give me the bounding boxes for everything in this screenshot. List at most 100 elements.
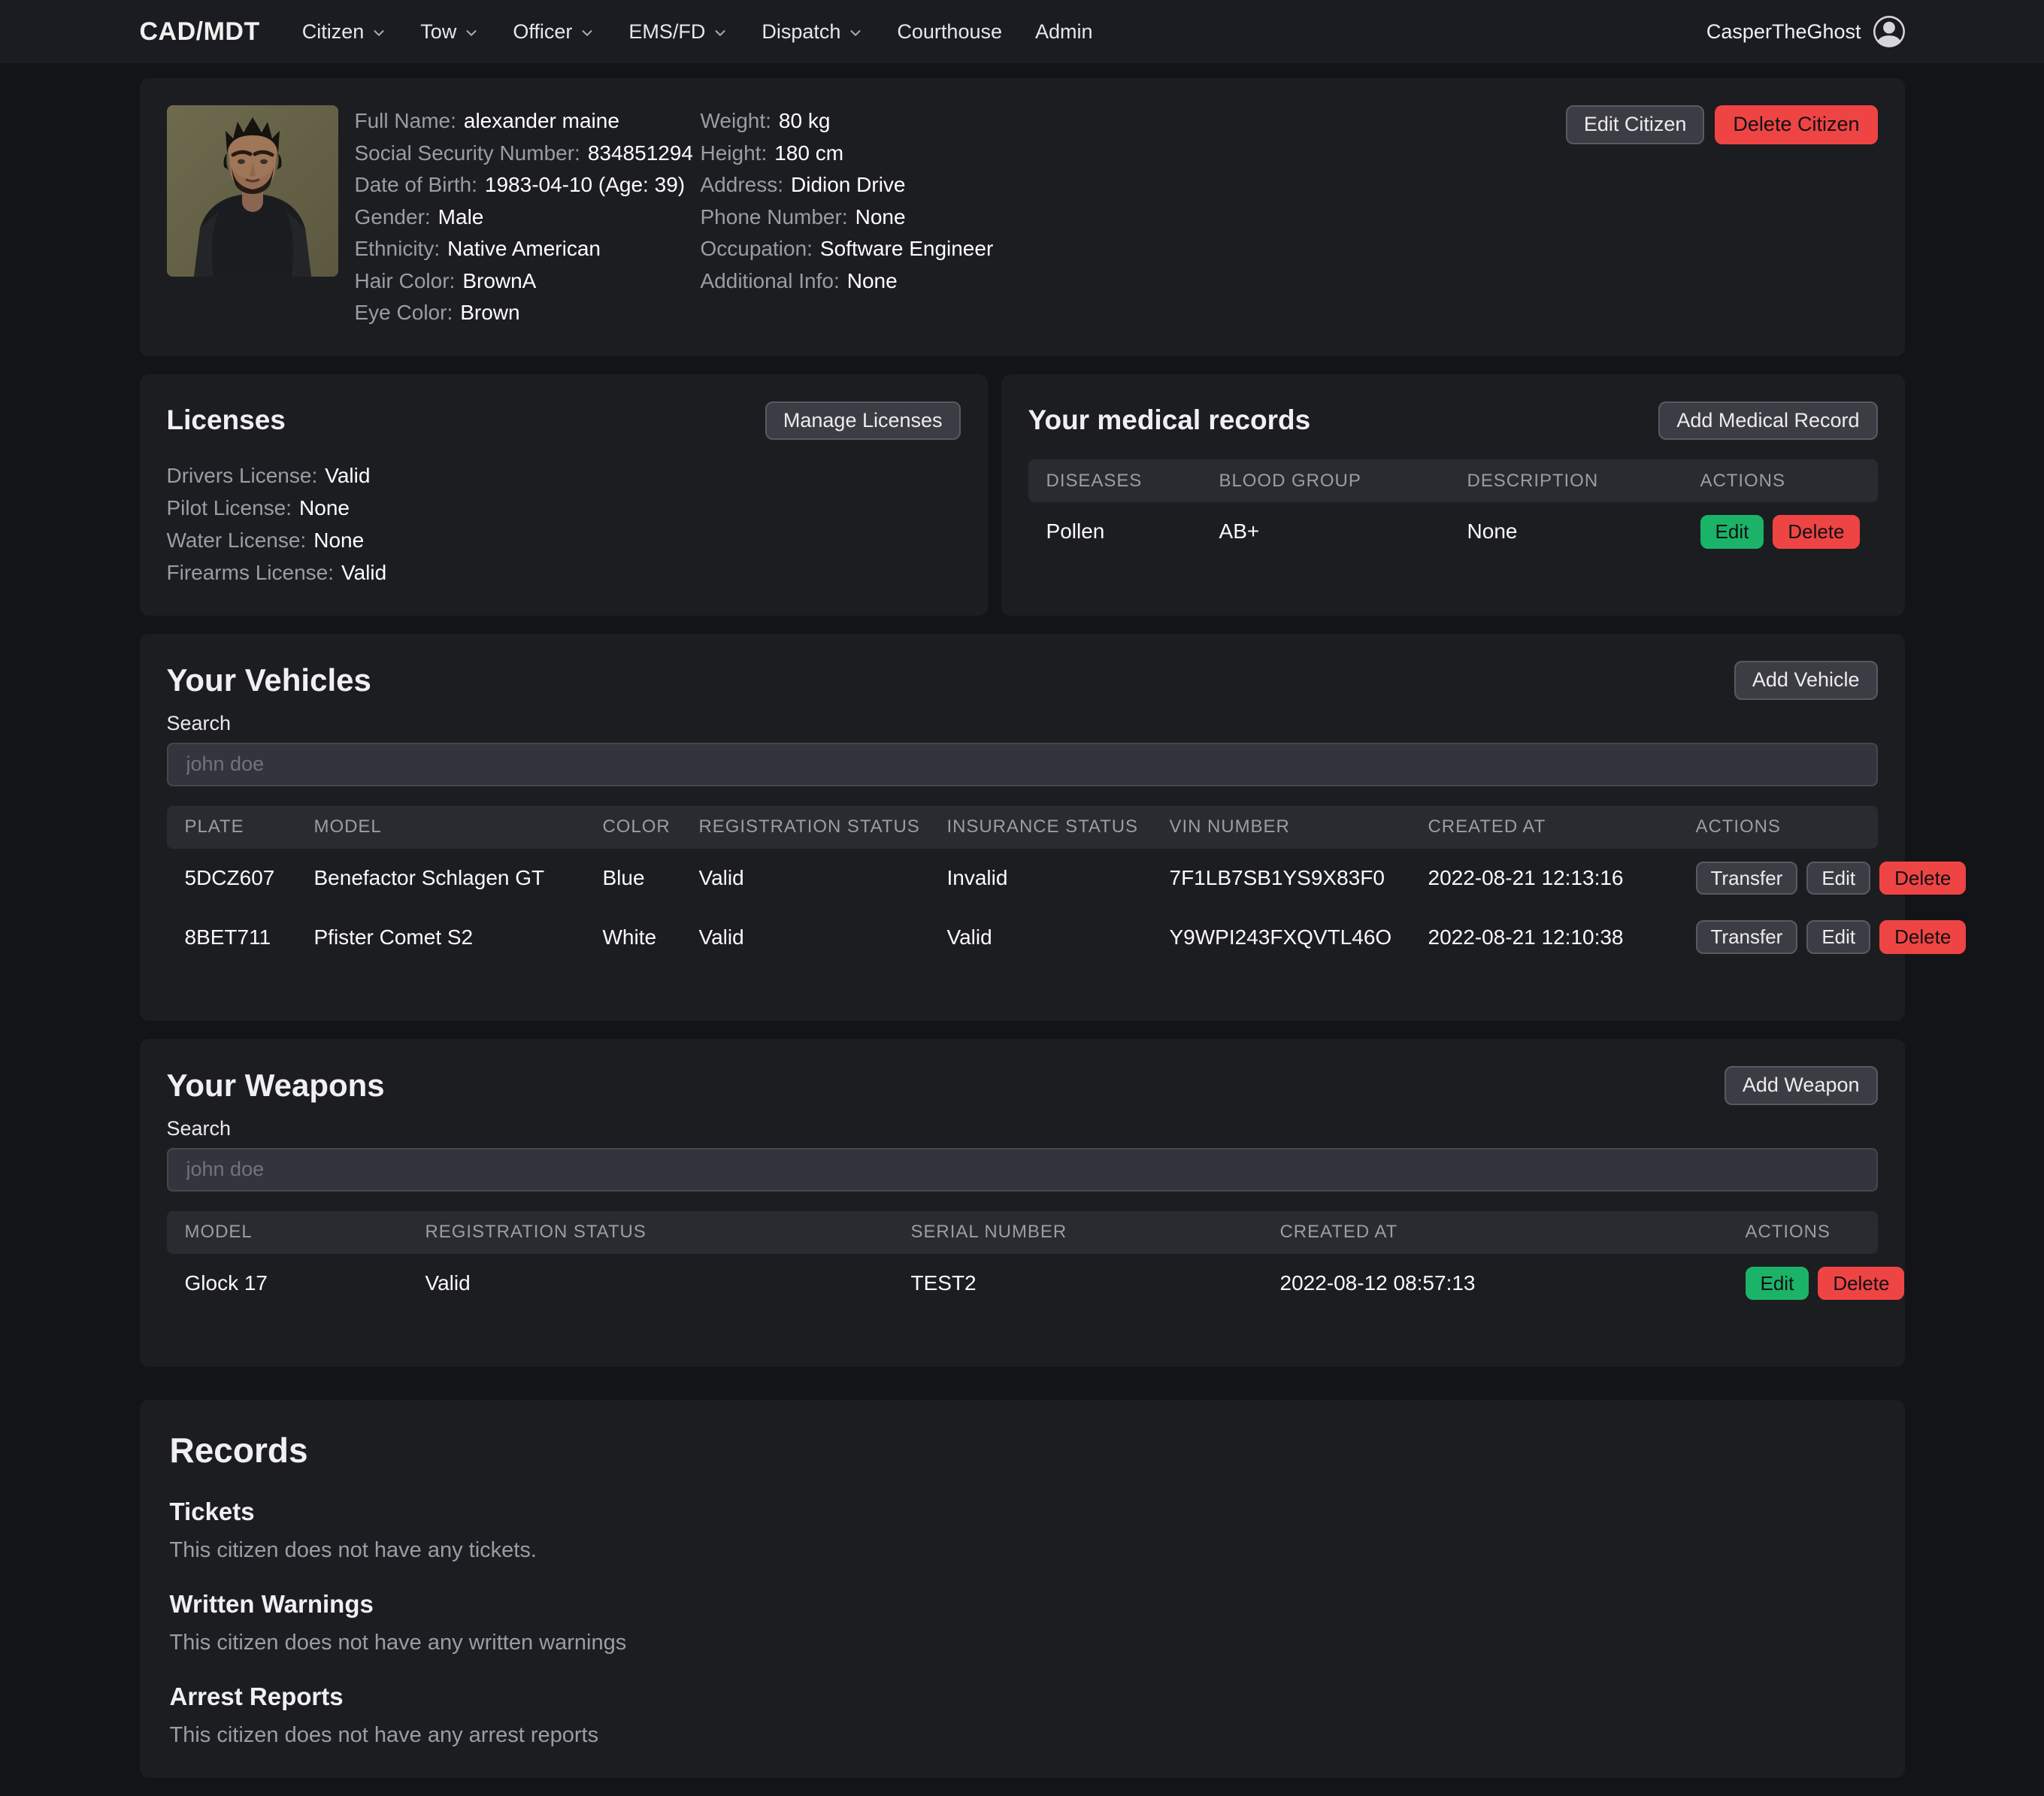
license-firearms: Firearms License:Valid	[167, 556, 961, 589]
licenses-card: Licenses Manage Licenses Drivers License…	[140, 374, 988, 616]
nav-item-courthouse[interactable]: Courthouse	[897, 20, 1002, 44]
add-weapon-button[interactable]: Add Weapon	[1725, 1066, 1878, 1105]
written-warnings-empty-text: This citizen does not have any written w…	[170, 1631, 1875, 1655]
field-ssn: Social Security Number:834851294	[355, 138, 684, 170]
nav-item-label: Citizen	[302, 20, 365, 44]
licenses-list: Drivers License:Valid Pilot License:None…	[167, 459, 961, 589]
vehicles-table: PLATE MODEL COLOR REGISTRATION STATUS IN…	[167, 806, 1878, 967]
field-eye-color: Eye Color:Brown	[355, 297, 684, 329]
edit-weapon-button[interactable]: Edit	[1746, 1267, 1809, 1301]
nav-item-tow[interactable]: Tow	[420, 20, 480, 44]
medical-table-row: Pollen AB+ None Edit Delete	[1028, 502, 1878, 562]
vehicles-search-label: Search	[167, 712, 1878, 735]
edit-vehicle-button[interactable]: Edit	[1806, 862, 1870, 895]
person-circle-icon	[1873, 16, 1905, 47]
nav-item-label: Officer	[513, 20, 572, 44]
chevron-down-icon	[463, 25, 480, 41]
col-color: COLOR	[603, 816, 699, 837]
cell-insurance-status: Invalid	[947, 866, 1170, 890]
weapons-card: Your Weapons Add Weapon Search MODEL REG…	[140, 1039, 1905, 1367]
col-description: DESCRIPTION	[1467, 471, 1700, 492]
transfer-vehicle-button[interactable]: Transfer	[1696, 862, 1798, 895]
app-logo[interactable]: CAD/MDT	[140, 17, 260, 47]
cell-color: Blue	[603, 866, 699, 890]
username: CasperTheGhost	[1706, 20, 1861, 44]
col-created-at: CREATED AT	[1280, 1222, 1746, 1243]
nav-item-citizen[interactable]: Citizen	[302, 20, 388, 44]
edit-medical-record-button[interactable]: Edit	[1700, 515, 1764, 549]
cell-plate: 8BET711	[185, 925, 314, 949]
cell-actions: Transfer Edit Delete	[1696, 920, 1967, 954]
citizen-info-card: Full Name:alexander maine Social Securit…	[140, 78, 1905, 356]
cell-created-at: 2022-08-21 12:10:38	[1428, 925, 1696, 949]
nav-item-officer[interactable]: Officer	[513, 20, 595, 44]
citizen-avatar	[167, 105, 338, 277]
field-ethnicity: Ethnicity:Native American	[355, 233, 684, 265]
citizen-fields-right: Weight:80 kg Height:180 cm Address:Didio…	[701, 105, 1549, 329]
nav-item-dispatch[interactable]: Dispatch	[762, 20, 864, 44]
cell-created-at: 2022-08-12 08:57:13	[1280, 1271, 1746, 1295]
delete-vehicle-button[interactable]: Delete	[1879, 862, 1966, 895]
manage-licenses-button[interactable]: Manage Licenses	[765, 401, 961, 441]
col-actions: ACTIONS	[1746, 1222, 1860, 1243]
citizen-photo	[167, 105, 338, 277]
cell-created-at: 2022-08-21 12:13:16	[1428, 866, 1696, 890]
user-menu[interactable]: CasperTheGhost	[1706, 16, 1905, 47]
delete-citizen-button[interactable]: Delete Citizen	[1715, 105, 1877, 144]
col-actions: ACTIONS	[1696, 816, 1860, 837]
vehicles-search-input[interactable]	[167, 743, 1878, 786]
delete-weapon-button[interactable]: Delete	[1818, 1267, 1904, 1301]
col-plate: PLATE	[185, 816, 314, 837]
field-additional-info: Additional Info:None	[701, 265, 1549, 298]
col-created-at: CREATED AT	[1428, 816, 1696, 837]
weapons-search-label: Search	[167, 1117, 1878, 1140]
edit-vehicle-button[interactable]: Edit	[1806, 920, 1870, 954]
weapons-search-input[interactable]	[167, 1148, 1878, 1192]
license-drivers: Drivers License:Valid	[167, 459, 961, 492]
cell-blood-group: AB+	[1219, 519, 1467, 544]
col-vin-number: VIN NUMBER	[1170, 816, 1428, 837]
medical-title: Your medical records	[1028, 404, 1311, 436]
col-serial-number: SERIAL NUMBER	[911, 1222, 1280, 1243]
cell-registration-status: Valid	[425, 1271, 911, 1295]
edit-citizen-button[interactable]: Edit Citizen	[1566, 105, 1705, 144]
col-model: MODEL	[314, 816, 603, 837]
cell-actions: Edit Delete	[1746, 1267, 1905, 1301]
nav-item-ems-fd[interactable]: EMS/FD	[628, 20, 728, 44]
transfer-vehicle-button[interactable]: Transfer	[1696, 920, 1798, 954]
vehicles-table-header: PLATE MODEL COLOR REGISTRATION STATUS IN…	[167, 806, 1878, 849]
records-title: Records	[170, 1430, 1875, 1470]
chevron-down-icon	[579, 25, 595, 41]
add-medical-record-button[interactable]: Add Medical Record	[1658, 401, 1877, 441]
add-vehicle-button[interactable]: Add Vehicle	[1734, 661, 1878, 700]
delete-medical-record-button[interactable]: Delete	[1773, 515, 1859, 549]
nav-item-admin[interactable]: Admin	[1035, 20, 1093, 44]
vehicle-table-row: 5DCZ607 Benefactor Schlagen GT Blue Vali…	[167, 849, 1878, 908]
arrest-reports-empty-text: This citizen does not have any arrest re…	[170, 1723, 1875, 1748]
vehicle-table-row: 8BET711 Pfister Comet S2 White Valid Val…	[167, 907, 1878, 967]
col-blood-group: BLOOD GROUP	[1219, 471, 1467, 492]
cell-vin-number: Y9WPI243FXQVTL46O	[1170, 925, 1428, 949]
col-diseases: DISEASES	[1046, 471, 1219, 492]
citizen-fields-left: Full Name:alexander maine Social Securit…	[355, 105, 684, 329]
nav-item-label: Dispatch	[762, 20, 840, 44]
field-full-name: Full Name:alexander maine	[355, 105, 684, 138]
citizen-actions: Edit Citizen Delete Citizen	[1566, 105, 1878, 329]
field-height: Height:180 cm	[701, 138, 1549, 170]
col-insurance-status: INSURANCE STATUS	[947, 816, 1170, 837]
col-model: MODEL	[185, 1222, 425, 1243]
col-actions: ACTIONS	[1700, 471, 1860, 492]
cell-actions: Edit Delete	[1700, 515, 1860, 549]
cell-model: Benefactor Schlagen GT	[314, 866, 603, 890]
cell-vin-number: 7F1LB7SB1YS9X83F0	[1170, 866, 1428, 890]
records-card: Records Tickets This citizen does not ha…	[140, 1400, 1905, 1778]
nav-item-label: EMS/FD	[628, 20, 705, 44]
top-navbar: CAD/MDT Citizen Tow Officer EMS/FD Dispa…	[0, 0, 2044, 63]
cell-color: White	[603, 925, 699, 949]
weapons-title: Your Weapons	[167, 1068, 385, 1104]
vehicles-card: Your Vehicles Add Vehicle Search PLATE M…	[140, 634, 1905, 1021]
delete-vehicle-button[interactable]: Delete	[1879, 920, 1966, 954]
field-address: Address:Didion Drive	[701, 169, 1549, 201]
cell-insurance-status: Valid	[947, 925, 1170, 949]
cell-registration-status: Valid	[699, 925, 947, 949]
